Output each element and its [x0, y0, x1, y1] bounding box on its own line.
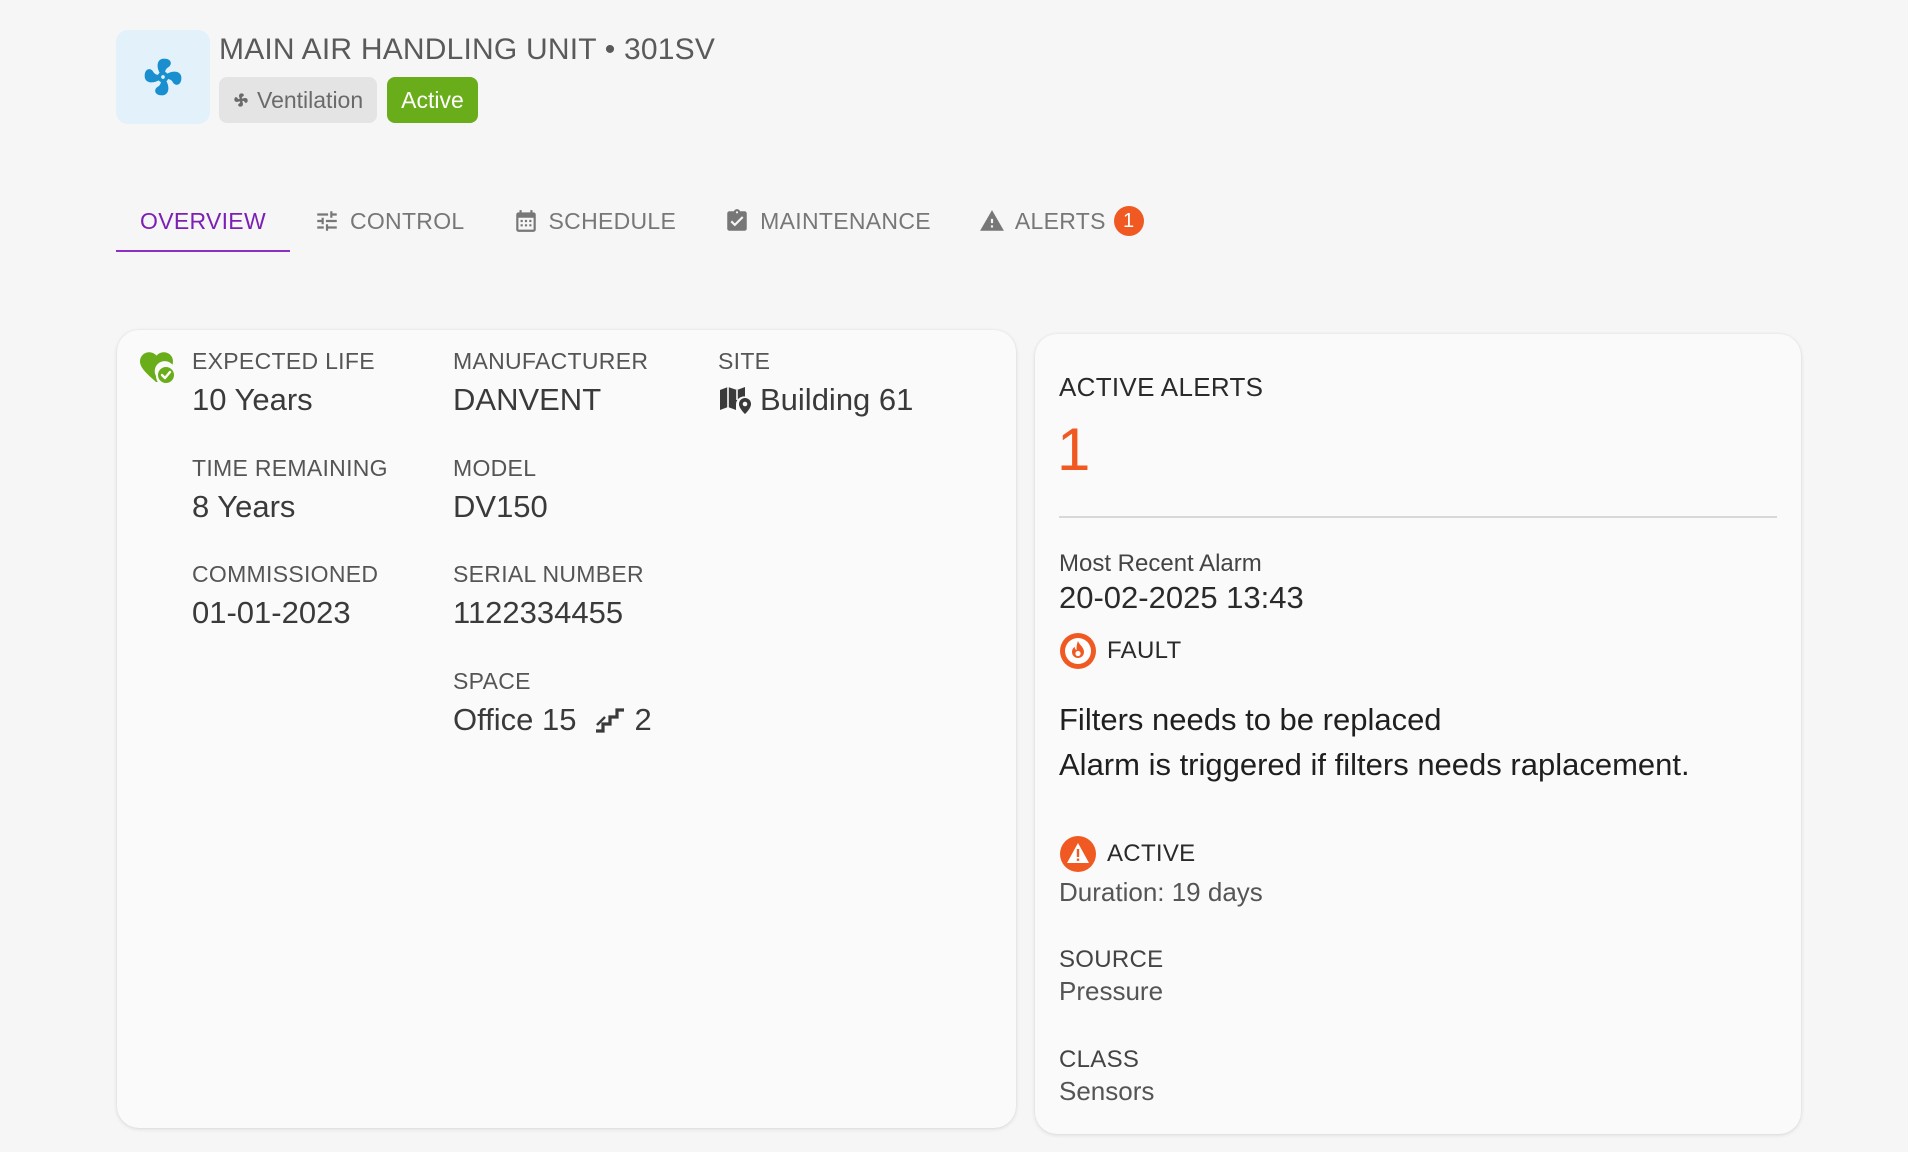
- tab-alerts[interactable]: ALERTS 1: [955, 190, 1168, 252]
- fan-icon: [144, 58, 182, 96]
- time-remaining-field: TIME REMAINING 8 Years: [192, 455, 388, 525]
- tab-overview[interactable]: OVERVIEW: [116, 190, 290, 252]
- tab-maintenance[interactable]: MAINTENANCE: [700, 190, 955, 252]
- space-field: SPACE Office 15 2: [453, 668, 652, 738]
- alarm-title: Filters needs to be replaced: [1059, 702, 1442, 737]
- device-title: MAIN AIR HANDLING UNIT • 301SV: [219, 33, 716, 66]
- class-value: Sensors: [1059, 1076, 1155, 1106]
- tab-control[interactable]: CONTROL: [290, 190, 489, 252]
- serial-number-value: 1122334455: [453, 595, 624, 630]
- device-header: MAIN AIR HANDLING UNIT • 301SV Ventilati…: [116, 30, 715, 124]
- device-avatar: [116, 30, 210, 124]
- space-value[interactable]: Office 15: [453, 702, 577, 738]
- commissioned-field: COMMISSIONED 01-01-2023: [192, 561, 378, 631]
- tab-maintenance-label: MAINTENANCE: [760, 207, 931, 234]
- site-value[interactable]: Building 61: [760, 382, 913, 418]
- most-recent-alarm-time: 20-02-2025 13:43: [1059, 580, 1304, 615]
- device-info-card: EXPECTED LIFE 10 Years TIME REMAINING 8 …: [117, 330, 1016, 1128]
- time-remaining-value: 8 Years: [192, 489, 296, 524]
- commissioned-value: 01-01-2023: [192, 595, 351, 630]
- state-label: ACTIVE: [1107, 840, 1196, 867]
- commissioned-label: COMMISSIONED: [192, 561, 379, 587]
- calendar-icon: [515, 210, 536, 232]
- status-chip-label: Active: [401, 86, 464, 113]
- category-chip-label: Ventilation: [257, 86, 364, 113]
- alert-triangle-icon: [1060, 836, 1096, 872]
- model-field: MODEL DV150: [453, 455, 548, 525]
- status-chip: Active: [387, 77, 478, 123]
- floor-value: 2: [634, 702, 652, 737]
- divider: [1059, 516, 1777, 518]
- expected-life-label: EXPECTED LIFE: [192, 348, 375, 374]
- tab-alerts-label: ALERTS: [1014, 207, 1106, 234]
- expected-life-field: EXPECTED LIFE 10 Years: [192, 348, 375, 418]
- most-recent-alarm-label: Most Recent Alarm: [1059, 550, 1262, 577]
- site-value-row: Building 61: [718, 382, 913, 418]
- map-pin-icon: [718, 384, 754, 416]
- warning-icon: [979, 210, 1004, 231]
- class-label: CLASS: [1059, 1046, 1140, 1073]
- active-alerts-card: ACTIVE ALERTS 1 Most Recent Alarm 20-02-…: [1035, 334, 1801, 1134]
- sliders-icon: [317, 211, 337, 231]
- state-row: ACTIVE: [1059, 835, 1195, 873]
- source-value: Pressure: [1059, 976, 1164, 1006]
- tab-bar: OVERVIEW CONTROL SCHEDULE MAINTENANCE AL…: [116, 190, 1168, 252]
- site-label: SITE: [718, 348, 771, 374]
- expected-life-value: 10 Years: [192, 382, 313, 417]
- duration-text: Duration: 19 days: [1059, 877, 1263, 907]
- severity-row: FAULT: [1059, 632, 1181, 670]
- category-chip[interactable]: Ventilation: [219, 77, 378, 123]
- tab-schedule-label: SCHEDULE: [548, 207, 677, 234]
- clipboard-check-icon: [727, 209, 747, 231]
- serial-number-field: SERIAL NUMBER 1122334455: [453, 561, 644, 631]
- space-label: SPACE: [453, 668, 531, 694]
- manufacturer-label: MANUFACTURER: [453, 348, 649, 374]
- tab-overview-label: OVERVIEW: [140, 207, 266, 234]
- tab-control-label: CONTROL: [349, 207, 465, 234]
- site-field: SITE Building 61: [718, 348, 913, 418]
- active-alerts-title: ACTIVE ALERTS: [1059, 372, 1264, 402]
- tab-schedule[interactable]: SCHEDULE: [489, 190, 701, 252]
- manufacturer-value: DANVENT: [453, 382, 602, 417]
- serial-number-label: SERIAL NUMBER: [453, 561, 644, 587]
- fan-small-icon: [234, 93, 248, 107]
- alerts-count-badge: 1: [1113, 206, 1144, 236]
- model-value: DV150: [453, 489, 548, 524]
- device-overview-page: MAIN AIR HANDLING UNIT • 301SV Ventilati…: [0, 0, 1908, 1152]
- manufacturer-field: MANUFACTURER DANVENT: [453, 348, 648, 418]
- model-label: MODEL: [453, 455, 537, 481]
- source-label: SOURCE: [1059, 946, 1164, 973]
- fire-icon: [1060, 633, 1096, 669]
- alarm-description: Alarm is triggered if filters needs rapl…: [1059, 747, 1690, 782]
- stairs-icon: [593, 705, 627, 735]
- severity-label: FAULT: [1107, 637, 1182, 664]
- space-value-row: Office 15 2: [453, 702, 652, 738]
- active-alerts-count: 1: [1057, 416, 1091, 483]
- heart-check-icon: [139, 350, 177, 391]
- time-remaining-label: TIME REMAINING: [192, 455, 388, 481]
